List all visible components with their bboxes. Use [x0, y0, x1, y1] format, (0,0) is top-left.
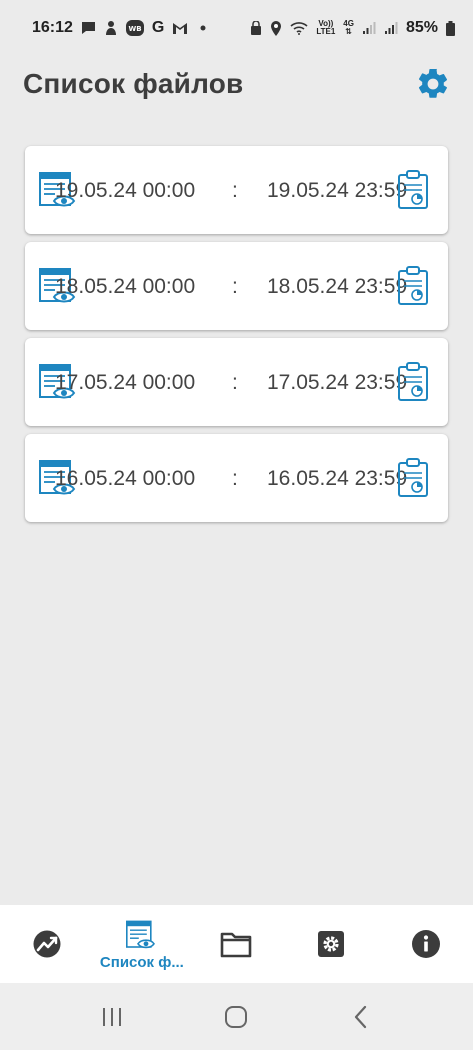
settings-icon: [318, 931, 345, 957]
range-start: 16.05.24 00:00: [55, 467, 196, 490]
google-icon: G: [151, 19, 165, 36]
file-list-item[interactable]: 16.05.24 00:00 : 16.05.24 23:59: [25, 434, 448, 522]
clipboard-report-icon[interactable]: [397, 170, 429, 210]
nav-item-file-list[interactable]: Список ф...: [95, 905, 190, 983]
range-end: 19.05.24 23:59: [267, 179, 408, 202]
nav-item-chart[interactable]: [0, 905, 95, 983]
nav-active-label: Список ф...: [99, 953, 184, 971]
message-icon: [81, 21, 96, 35]
range-start: 17.05.24 00:00: [55, 371, 196, 394]
nav-item-folder[interactable]: [189, 905, 284, 983]
updown-arrows-icon: ⇅: [345, 27, 352, 36]
volte-bottom-text: LTE1: [316, 27, 336, 36]
file-list-item[interactable]: 18.05.24 00:00 : 18.05.24 23:59: [25, 242, 448, 330]
range-start: 18.05.24 00:00: [55, 275, 196, 298]
home-icon: [225, 1005, 248, 1028]
file-list: 19.05.24 00:00 : 19.05.24 23:59 18.05.24…: [25, 146, 448, 522]
signal-1-icon: [362, 21, 376, 35]
status-left: 16:12 WB G: [32, 19, 210, 37]
signal-2-icon: [384, 21, 398, 35]
app-header: Список файлов: [0, 56, 473, 112]
file-list-icon: [125, 920, 155, 948]
range-end: 17.05.24 23:59: [267, 371, 408, 394]
gear-icon: [418, 68, 448, 98]
clipboard-report-icon[interactable]: [397, 266, 429, 306]
range-start: 19.05.24 00:00: [55, 179, 196, 202]
range-end: 16.05.24 23:59: [267, 467, 408, 490]
wb-icon: WB: [125, 20, 144, 36]
status-bar: 16:12 WB G Vo)) LTE1 4G ⇅ 85%: [0, 0, 473, 56]
system-nav-bar: [0, 983, 473, 1050]
battery-percent: 85%: [405, 19, 438, 36]
recent-apps-button[interactable]: [82, 992, 142, 1042]
clipboard-report-icon[interactable]: [397, 458, 429, 498]
folder-icon: [221, 932, 252, 958]
file-list-item[interactable]: 17.05.24 00:00 : 17.05.24 23:59: [25, 338, 448, 426]
status-right: Vo)) LTE1 4G ⇅ 85%: [250, 19, 455, 37]
range-end: 18.05.24 23:59: [267, 275, 408, 298]
svg-text:WB: WB: [128, 25, 141, 33]
range-separator: :: [232, 275, 238, 298]
gmail-icon: [172, 22, 188, 35]
dot-icon: [196, 25, 210, 31]
back-button[interactable]: [331, 992, 391, 1042]
info-icon: [411, 930, 440, 958]
battery-icon: [446, 20, 455, 36]
page-title: Список файлов: [23, 68, 244, 99]
network-type-indicator: 4G ⇅: [343, 20, 354, 36]
range-separator: :: [232, 467, 238, 490]
wifi-icon: [290, 21, 308, 35]
nav-item-info[interactable]: [378, 905, 473, 983]
nav-item-settings[interactable]: [284, 905, 379, 983]
location-icon: [270, 20, 282, 36]
recent-apps-icon: [103, 1007, 122, 1026]
file-list-item[interactable]: 19.05.24 00:00 : 19.05.24 23:59: [25, 146, 448, 234]
range-separator: :: [232, 371, 238, 394]
bottom-nav: Список ф...: [0, 905, 473, 983]
status-time: 16:12: [32, 19, 73, 36]
lock-icon: [250, 20, 262, 36]
range-separator: :: [232, 179, 238, 202]
volte-indicator: Vo)) LTE1: [316, 20, 335, 36]
clipboard-report-icon[interactable]: [397, 362, 429, 402]
back-icon: [354, 1005, 366, 1028]
chart-icon: [33, 930, 61, 958]
pay-icon: [104, 20, 118, 36]
home-button[interactable]: [206, 992, 266, 1042]
settings-button[interactable]: [413, 64, 453, 104]
